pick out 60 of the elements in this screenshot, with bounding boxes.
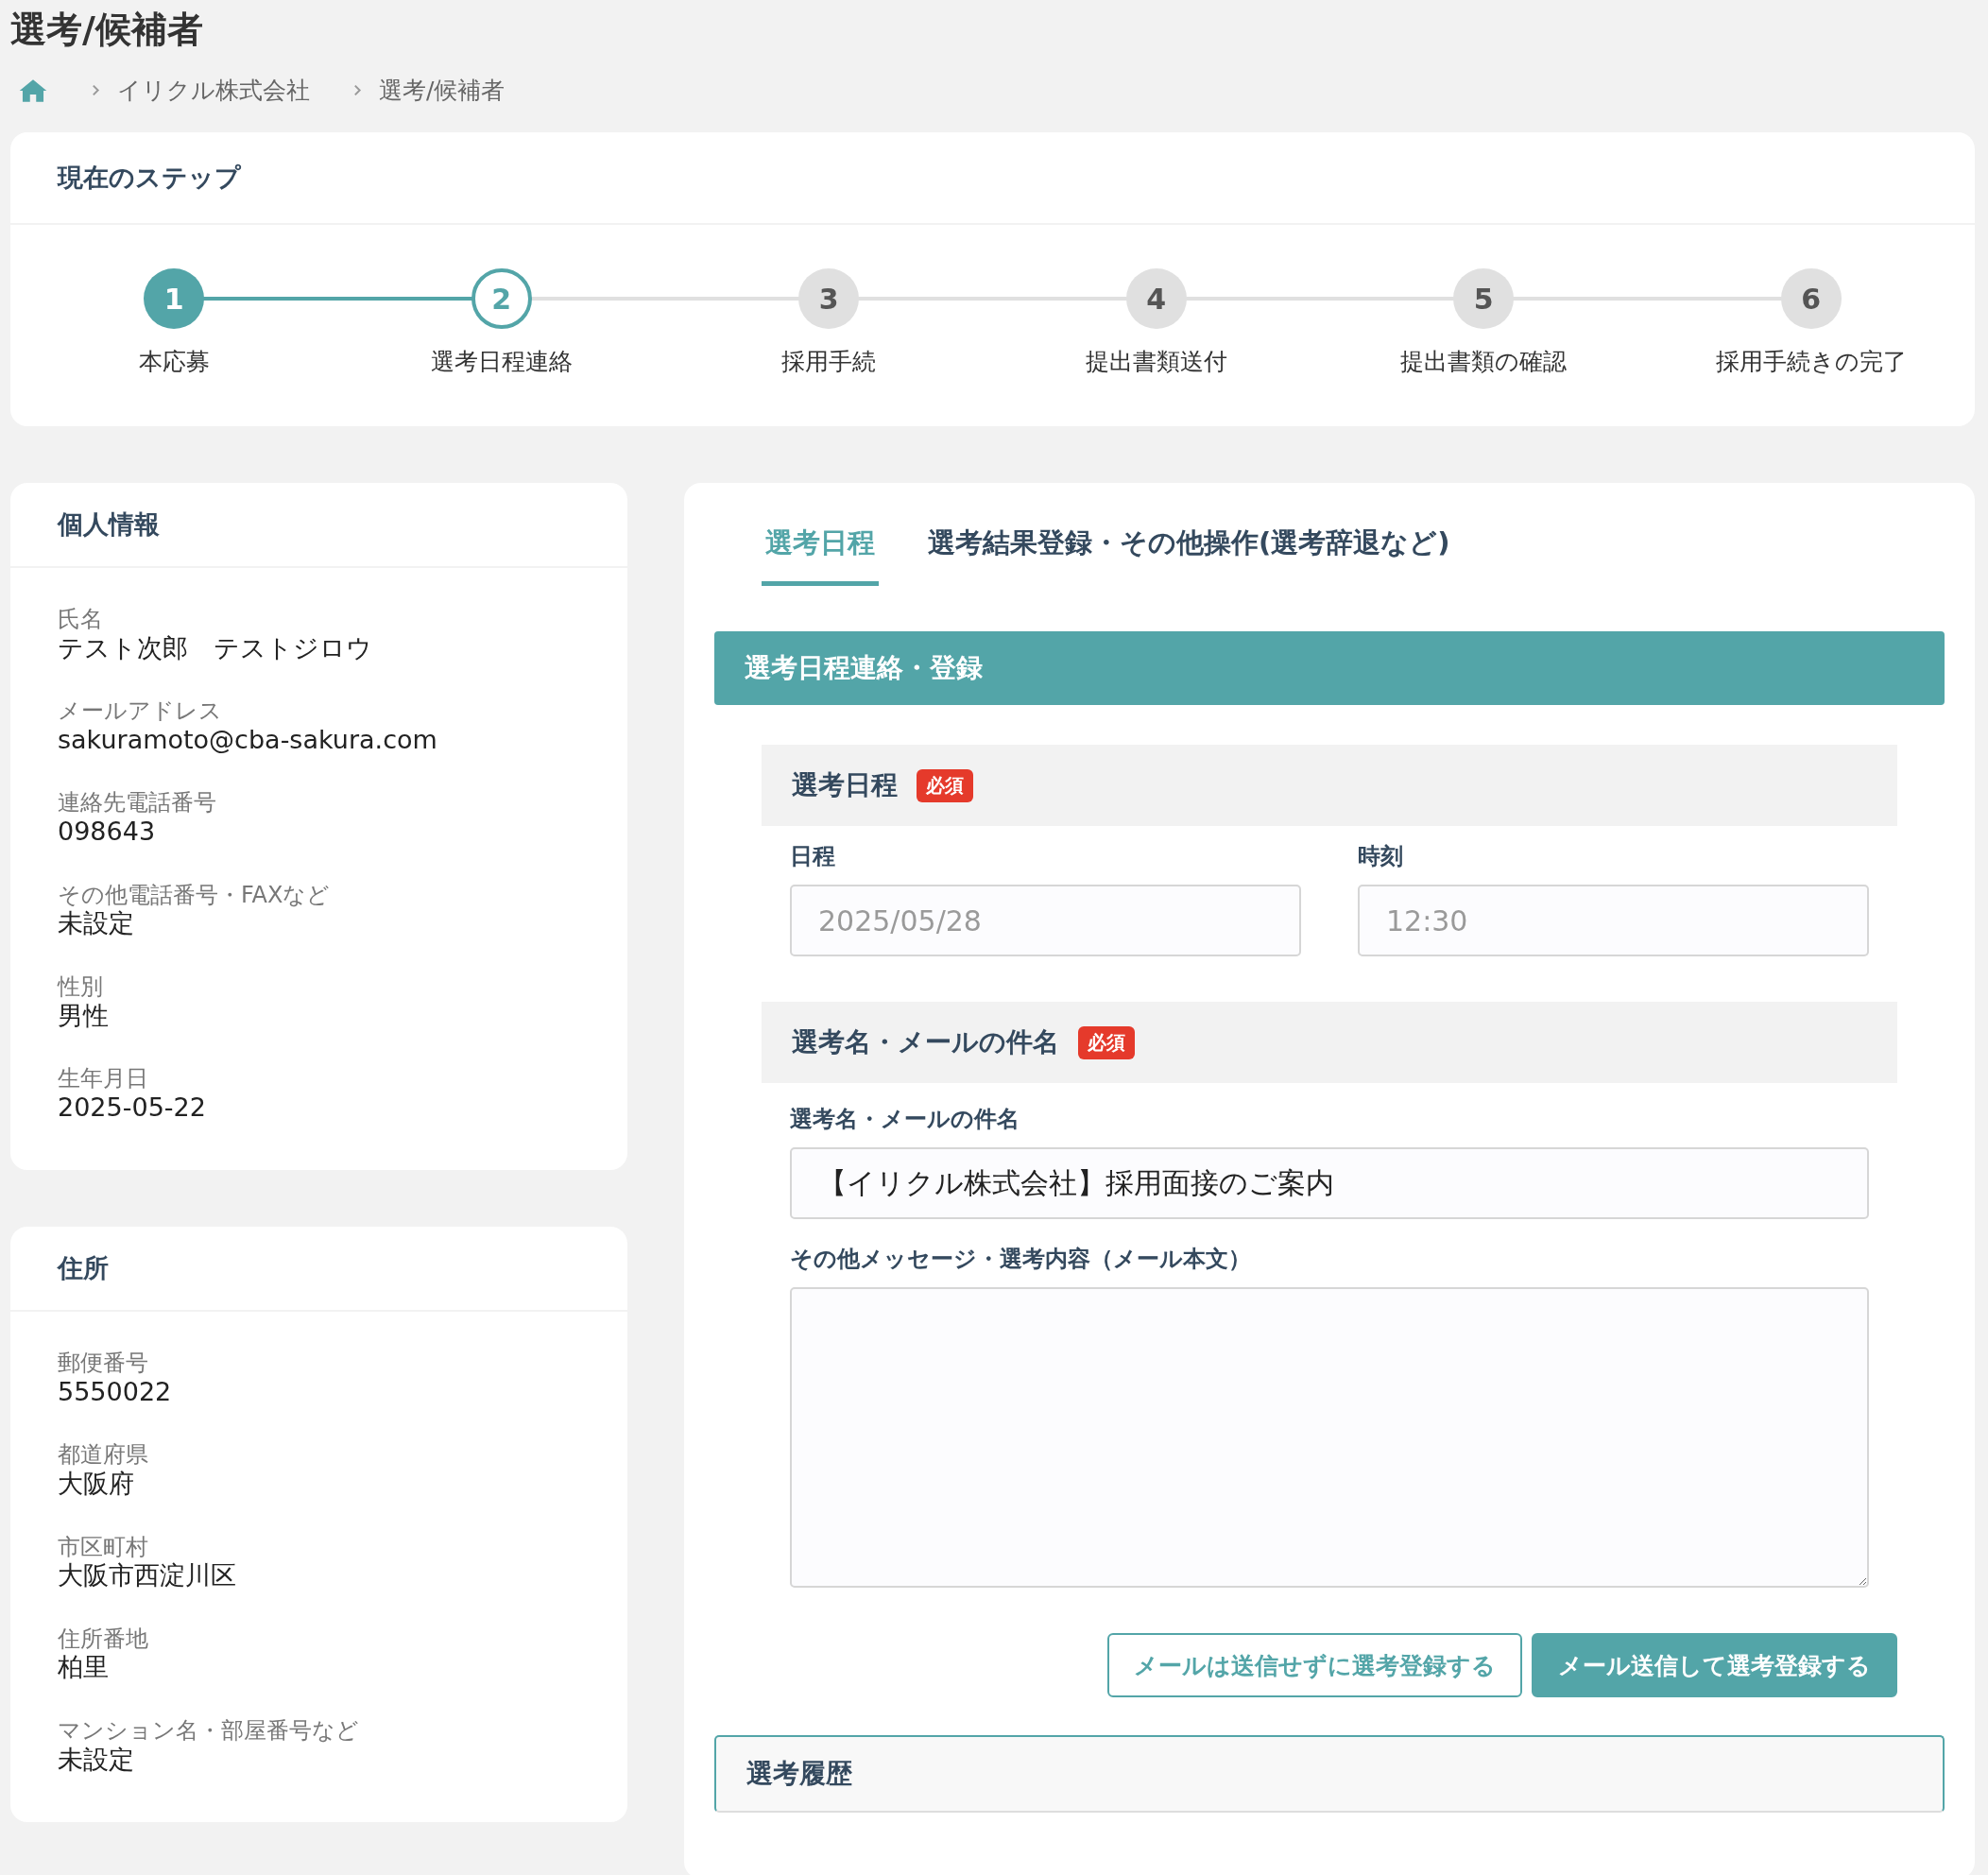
step-label: 提出書類の確認: [1400, 347, 1568, 377]
field-label: マンション名・部屋番号など: [58, 1716, 360, 1745]
time-input[interactable]: 12:30: [1358, 885, 1869, 956]
step-circle: 6: [1780, 268, 1842, 329]
required-badge: 必須: [917, 768, 973, 802]
submit-button[interactable]: メール送信して選考登録する: [1532, 1633, 1897, 1697]
input-label: 時刻: [1358, 842, 1404, 871]
field-value: 5550022: [58, 1376, 173, 1408]
field-value: 未設定: [58, 908, 135, 939]
step-circle: 4: [1125, 268, 1187, 329]
step-label: 本応募: [138, 347, 210, 377]
field-label: 住所番地: [58, 1625, 149, 1653]
tab[interactable]: 選考日程: [762, 502, 879, 586]
field-label: 生年月日: [58, 1064, 149, 1092]
field-value: 未設定: [58, 1744, 135, 1776]
field-value: 柏里: [58, 1652, 110, 1683]
field-value: 2025-05-22: [58, 1092, 207, 1124]
field-label: その他電話番号・FAXなど: [58, 881, 332, 909]
input-label: 日程: [790, 842, 836, 871]
tab[interactable]: 選考結果登録・その他操作(選考辞退など): [924, 502, 1454, 586]
home-icon[interactable]: [18, 77, 48, 103]
breadcrumb-item[interactable]: イリクル株式会社: [117, 75, 310, 106]
input-label: その他メッセージ・選考内容（メール本文）: [790, 1245, 1252, 1274]
subject-input[interactable]: 【イリクル株式会社】採用面接のご案内: [790, 1147, 1869, 1219]
step-circle: 5: [1453, 268, 1515, 329]
required-badge: 必須: [1078, 1025, 1135, 1059]
card-title: 現在のステップ: [58, 163, 241, 192]
field-value: 大阪市西淀川区: [58, 1560, 237, 1591]
step-circle: 3: [798, 268, 860, 329]
step-label: 選考日程連絡: [430, 347, 573, 377]
field-label: 都道府県: [58, 1441, 149, 1470]
field-label: 連絡先電話番号: [58, 789, 217, 817]
field-value: テスト次郎 テストジロウ: [58, 632, 373, 664]
field-label: 郵便番号: [58, 1350, 149, 1377]
field-label: 氏名: [58, 606, 104, 633]
step-circle: 2: [471, 268, 532, 329]
chevron-icon: [353, 84, 362, 96]
field-value: 男性: [58, 1000, 110, 1031]
step-circle: 1: [144, 268, 205, 329]
page-title: 選考/候補者: [10, 8, 204, 52]
chevron-icon: [92, 84, 100, 96]
field-label: メールアドレス: [58, 697, 223, 725]
card-title: 個人情報: [58, 509, 160, 539]
date-input[interactable]: 2025/05/28: [790, 885, 1301, 956]
subsection-title: 選考日程: [792, 768, 898, 802]
field-value: sakuramoto@cba-sakura.com: [58, 725, 438, 756]
subsection-title: 選考名・メールの件名: [792, 1025, 1059, 1059]
field-value: 098643: [58, 817, 157, 848]
step-label: 提出書類送付: [1085, 347, 1227, 377]
field-label: 市区町村: [58, 1533, 149, 1561]
field-value: 大阪府: [58, 1469, 135, 1500]
step-label: 採用手続きの完了: [1715, 347, 1907, 377]
input-label: 選考名・メールの件名: [790, 1105, 1020, 1134]
field-label: 性別: [58, 972, 104, 1001]
history-title: 選考履歴: [746, 1758, 852, 1789]
section-title: 選考日程連絡・登録: [745, 652, 983, 683]
card-title: 住所: [58, 1253, 109, 1283]
step-label: 採用手続: [781, 347, 877, 377]
submit-button[interactable]: メールは送信せずに選考登録する: [1107, 1633, 1522, 1697]
breadcrumb-item: 選考/候補者: [379, 76, 506, 106]
